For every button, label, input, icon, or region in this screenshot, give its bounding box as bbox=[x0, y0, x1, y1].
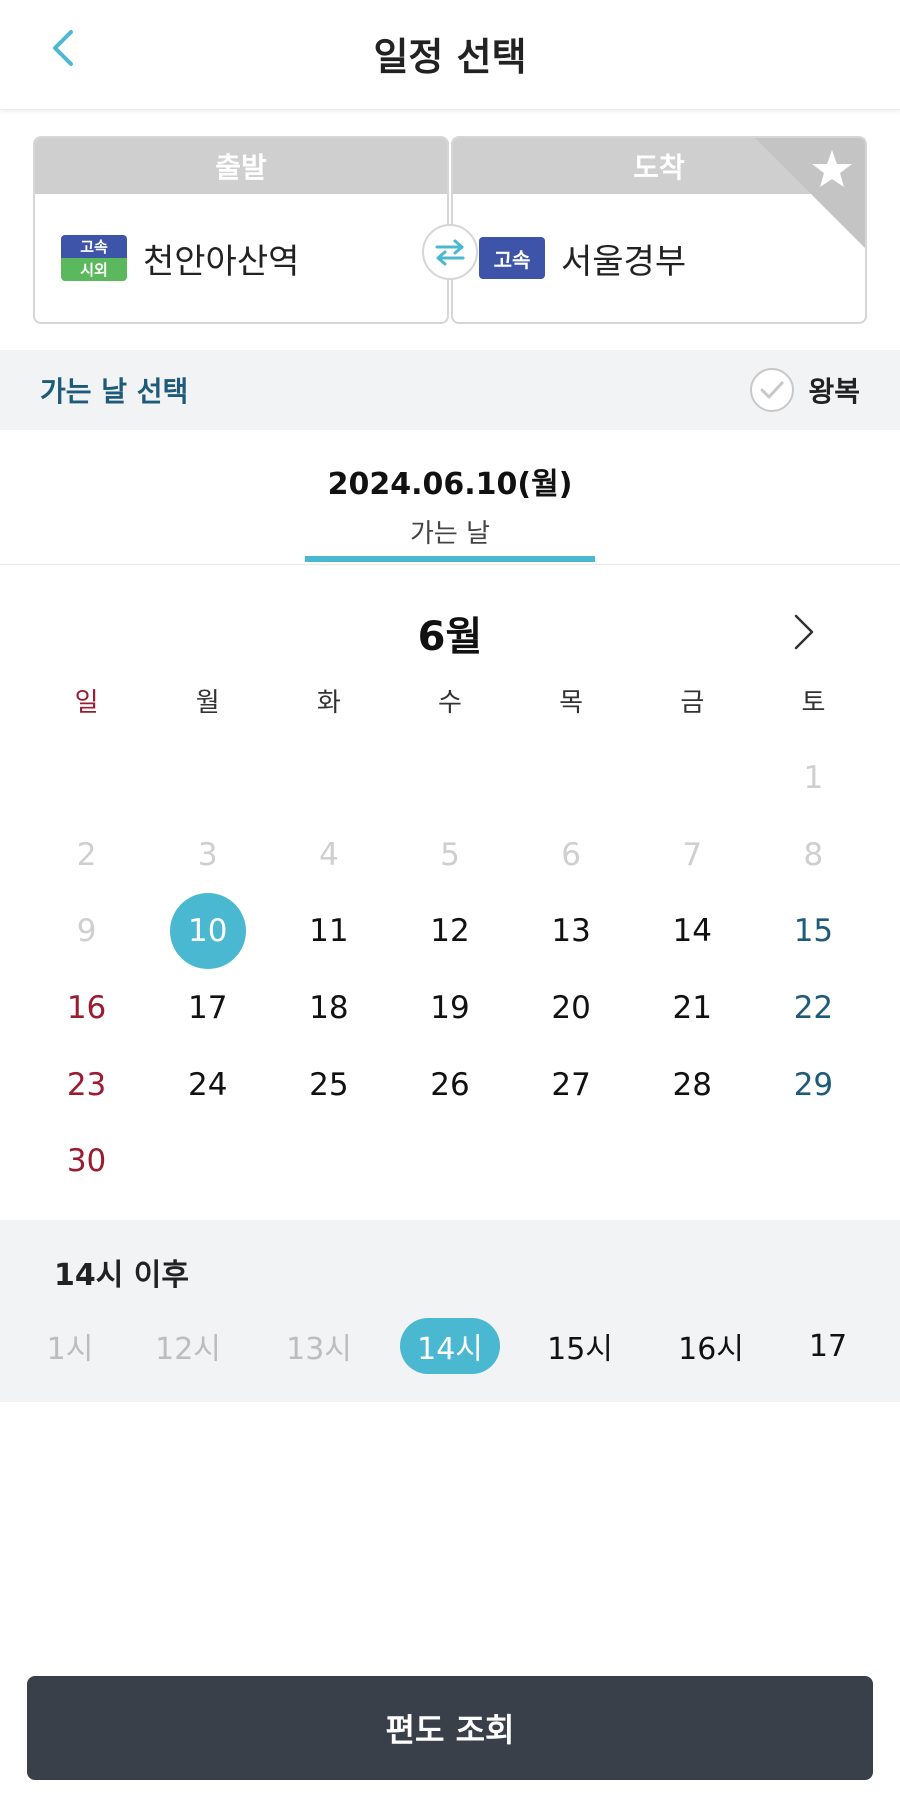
calendar-day: 3 bbox=[197, 836, 218, 873]
calendar-day-selected[interactable]: 10 bbox=[147, 893, 268, 970]
time-option[interactable]: 13시 bbox=[269, 1318, 369, 1374]
time-option[interactable]: 17 bbox=[778, 1318, 878, 1374]
bus-type-badge: 고속 bbox=[479, 237, 545, 279]
roundtrip-label: 왕복 bbox=[808, 375, 860, 408]
calendar-day: 7 bbox=[682, 836, 703, 873]
calendar-day: 4 bbox=[318, 836, 339, 873]
calendar-day[interactable]: 19 bbox=[389, 970, 510, 1047]
weekday-label: 금 bbox=[680, 688, 705, 718]
weekday-label: 수 bbox=[438, 688, 462, 718]
calendar-day: 2 bbox=[76, 836, 97, 873]
time-option[interactable]: 16시 bbox=[661, 1318, 761, 1374]
date-tab-label: 가는 날 bbox=[409, 519, 491, 549]
favorite-button[interactable] bbox=[755, 138, 865, 248]
calendar-day[interactable]: 18 bbox=[268, 970, 389, 1047]
time-option[interactable]: 12시 bbox=[138, 1318, 238, 1374]
calendar-day[interactable]: 21 bbox=[632, 970, 753, 1047]
calendar-day[interactable]: 22 bbox=[753, 970, 874, 1047]
calendar-grid: 1 2 3 4 5 6 7 8 9 10 11 12 13 14 15 16 1… bbox=[26, 740, 874, 1200]
time-filter-label: 14시 이후 bbox=[54, 1258, 189, 1293]
calendar-day[interactable]: 12 bbox=[389, 893, 510, 970]
calendar-day: 6 bbox=[561, 836, 581, 873]
calendar-day[interactable]: 14 bbox=[632, 893, 753, 970]
calendar-day[interactable]: 26 bbox=[389, 1046, 510, 1123]
departure-station: 천안아산역 bbox=[143, 241, 300, 282]
calendar-empty-cell bbox=[632, 740, 753, 817]
selected-date: 2024.06.10(월) bbox=[327, 467, 573, 502]
divider bbox=[0, 564, 900, 565]
calendar-day[interactable]: 13 bbox=[511, 893, 632, 970]
calendar-day[interactable]: 15 bbox=[753, 893, 874, 970]
weekday-label: 월 bbox=[195, 688, 220, 718]
one-way-search-button[interactable]: 편도 조회 bbox=[27, 1676, 873, 1780]
calendar-empty-cell bbox=[26, 740, 147, 817]
calendar-day[interactable]: 25 bbox=[268, 1046, 389, 1123]
calendar-empty-cell bbox=[389, 740, 510, 817]
calendar-empty-cell bbox=[268, 740, 389, 817]
time-section: 14시 이후 1시 12시 13시 14시 15시 16시 17 bbox=[0, 1220, 900, 1402]
calendar-day[interactable]: 20 bbox=[511, 970, 632, 1047]
time-scroller[interactable]: 1시 12시 13시 14시 15시 16시 17 bbox=[0, 1318, 900, 1374]
tab-indicator bbox=[305, 556, 595, 562]
calendar-empty-cell bbox=[147, 740, 268, 817]
date-section-bar: 가는 날 선택 왕복 bbox=[0, 350, 900, 430]
star-icon bbox=[755, 138, 865, 248]
bus-type-badge: 고속 시외 bbox=[61, 235, 127, 281]
weekday-header: 일 월 화 수 목 금 토 bbox=[26, 682, 874, 719]
chevron-right-icon bbox=[794, 614, 814, 650]
swap-arrows-icon bbox=[435, 239, 465, 266]
calendar-day[interactable]: 28 bbox=[632, 1046, 753, 1123]
calendar-day: 1 bbox=[803, 760, 824, 797]
tab-departure-date[interactable]: 2024.06.10(월) 가는 날 bbox=[305, 455, 595, 563]
time-option[interactable]: 15시 bbox=[530, 1318, 630, 1374]
calendar-day[interactable]: 29 bbox=[753, 1046, 874, 1123]
arrival-station: 서울경부 bbox=[561, 241, 687, 282]
calendar-day[interactable]: 23 bbox=[26, 1046, 147, 1123]
calendar-day[interactable]: 30 bbox=[26, 1123, 147, 1200]
check-icon bbox=[750, 368, 795, 412]
calendar-day: 9 bbox=[76, 913, 97, 950]
time-option-selected[interactable]: 14시 bbox=[400, 1318, 500, 1374]
calendar-day[interactable]: 24 bbox=[147, 1046, 268, 1123]
weekday-label: 토 bbox=[801, 688, 826, 718]
weekday-label: 일 bbox=[74, 688, 99, 718]
header: 일정 선택 bbox=[0, 0, 900, 110]
roundtrip-toggle[interactable]: 왕복 bbox=[750, 368, 860, 412]
time-option[interactable]: 1시 bbox=[20, 1318, 120, 1374]
calendar-day[interactable]: 11 bbox=[268, 893, 389, 970]
calendar-month: 6월 bbox=[417, 614, 483, 660]
calendar-empty-cell bbox=[511, 740, 632, 817]
next-month-button[interactable] bbox=[780, 604, 828, 660]
swap-button[interactable] bbox=[422, 224, 478, 280]
calendar-day[interactable]: 17 bbox=[147, 970, 268, 1047]
calendar-day[interactable]: 27 bbox=[511, 1046, 632, 1123]
page-title: 일정 선택 bbox=[373, 35, 527, 79]
calendar-day[interactable]: 16 bbox=[26, 970, 147, 1047]
section-title: 가는 날 선택 bbox=[40, 375, 189, 408]
weekday-label: 화 bbox=[316, 688, 341, 718]
weekday-label: 목 bbox=[559, 688, 584, 718]
calendar-day: 5 bbox=[440, 836, 460, 873]
calendar-day: 8 bbox=[803, 836, 824, 873]
departure-label: 출발 bbox=[35, 138, 447, 194]
arrival-card[interactable]: 도착 고속 서울경부 bbox=[451, 136, 867, 324]
departure-card[interactable]: 출발 고속 시외 천안아산역 bbox=[33, 136, 449, 324]
